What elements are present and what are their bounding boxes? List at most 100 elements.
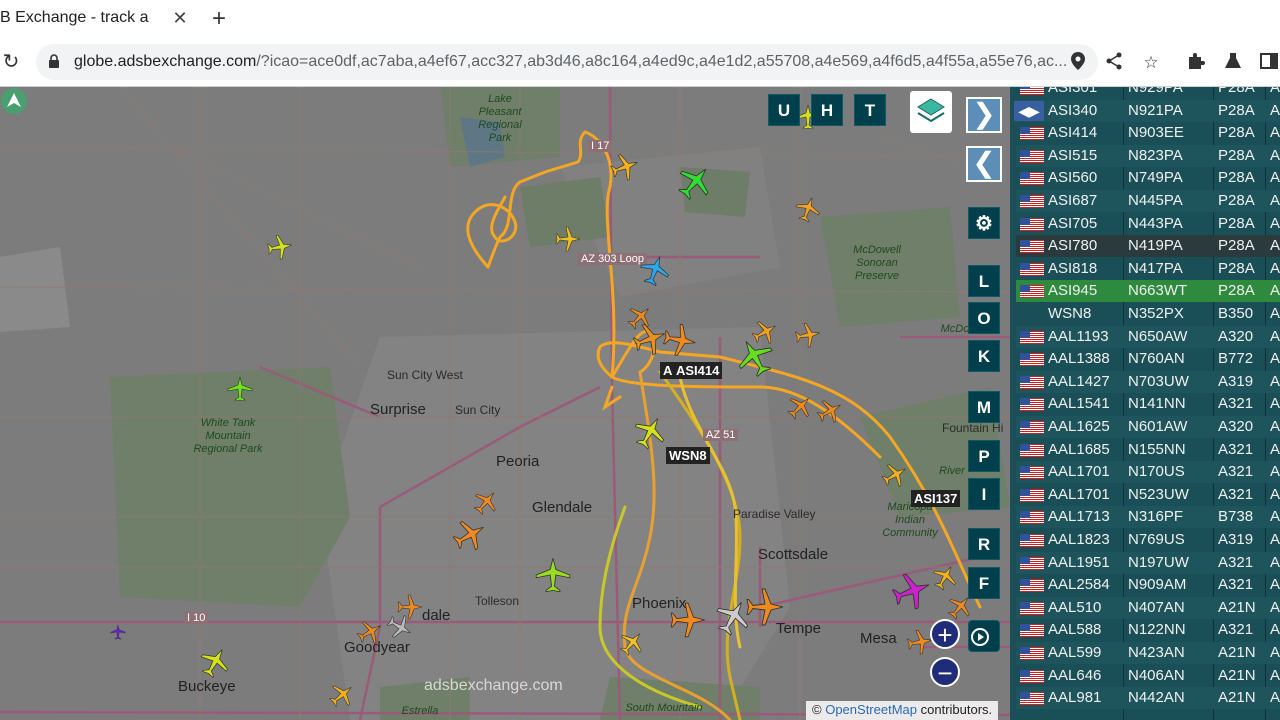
toggle-m-button[interactable]: M: [968, 391, 1000, 423]
toggle-r-button[interactable]: R: [968, 528, 1000, 560]
plane-icon: [622, 299, 658, 335]
table-row[interactable]: AAL599 N423AN A21N A: [1016, 642, 1280, 664]
browser-tab[interactable]: B Exchange - track a ✕: [0, 0, 195, 38]
callsign-cell: ASI945: [1048, 282, 1098, 300]
url-text[interactable]: globe.adsbexchange.com/?icao=ace0df,ac7a…: [74, 53, 1084, 71]
table-row[interactable]: ASI340 N921PA P28A A: [1016, 99, 1280, 122]
table-row[interactable]: AAL1713 N316PF B738 A: [1016, 506, 1280, 529]
aircraft-tag-asi137[interactable]: ASI137: [911, 490, 961, 507]
extra-cell: A: [1270, 689, 1280, 707]
table-row[interactable]: AAL1701 N170US A321 A: [1016, 461, 1280, 484]
callsign-cell: AAL1823: [1048, 531, 1110, 548]
adsbx-logo-icon: [1, 88, 27, 114]
extra-cell: A: [1270, 644, 1280, 661]
us-flag-icon: [1020, 534, 1044, 547]
plane-icon: [793, 320, 823, 350]
table-row[interactable]: AAL1685 N155NN A321 A: [1016, 439, 1280, 461]
nav-right-button[interactable]: ❯: [966, 97, 1002, 133]
table-row[interactable]: AAL1701 N523UW A321 A: [1016, 484, 1280, 506]
aircraft-type-cell: P28A: [1218, 282, 1255, 300]
table-row[interactable]: AAL1625 N601AW A320 A: [1016, 416, 1280, 438]
openstreetmap-link[interactable]: OpenStreetMap: [825, 702, 917, 717]
reload-icon[interactable]: ↻: [0, 50, 22, 74]
table-row[interactable]: ASI515 N823PA P28A A: [1016, 144, 1280, 167]
us-flag-icon: [1020, 398, 1044, 412]
close-tab-icon[interactable]: ✕: [168, 6, 192, 30]
table-row[interactable]: AAL1541 N141NN A321 A: [1016, 393, 1280, 415]
share-icon[interactable]: [1103, 52, 1125, 74]
table-row[interactable]: AAL1388 N760AN B772 A: [1016, 348, 1280, 370]
labels-t-button[interactable]: T: [854, 94, 886, 126]
extra-cell: A: [1270, 192, 1280, 209]
side-panel-icon[interactable]: [1258, 52, 1280, 74]
toggle-l-button[interactable]: L: [968, 265, 1000, 297]
table-row[interactable]: ASI687 N445PA P28A A: [1016, 190, 1280, 212]
table-row[interactable]: AAL981 N442AN A21N A: [1016, 687, 1280, 710]
table-row[interactable]: ASI705 N443PA P28A A: [1016, 213, 1280, 235]
extra-cell: A: [1270, 327, 1280, 345]
toggle-o-button[interactable]: O: [968, 302, 1000, 334]
aircraft-type-cell: A319: [1218, 531, 1254, 548]
table-row[interactable]: AAL1823 N769US A319 A: [1016, 529, 1280, 551]
new-tab-button[interactable]: +: [206, 6, 232, 32]
aircraft-list-panel[interactable]: ASI301 N929PA P28A A ASI340 N921PA P28A A ASI414…: [1010, 87, 1280, 720]
extra-cell: A: [1270, 395, 1280, 413]
callsign-cell: ASI560: [1048, 169, 1098, 187]
expand-columns-icon[interactable]: ◀▶: [1014, 101, 1044, 121]
callsign-cell: AAL599: [1048, 644, 1102, 661]
table-row[interactable]: AAL646 N406AN A21N A: [1016, 665, 1280, 687]
table-row[interactable]: ASI414 N903EE P28A A: [1016, 122, 1280, 144]
flight-map[interactable]: Lake Pleasant Regional Park McDowell Son…: [0, 87, 1010, 720]
aircraft-type-cell: P28A: [1218, 169, 1255, 187]
us-flag-icon: [1020, 601, 1044, 615]
table-row[interactable]: ASI780 N419PA P28A A: [1016, 235, 1280, 258]
table-row[interactable]: AAL510 N407AN A21N A: [1016, 596, 1280, 619]
extra-cell: A: [1270, 621, 1280, 639]
extra-cell: A: [1270, 101, 1280, 119]
bookmark-star-icon[interactable]: ☆: [1140, 52, 1162, 74]
settings-gear-icon[interactable]: ⚙: [968, 207, 1000, 239]
table-row[interactable]: AAL2584 N909AM A321 A: [1016, 574, 1280, 596]
table-row[interactable]: AAL1427 N703UW A319 A: [1016, 370, 1280, 393]
us-flag-icon: [1020, 466, 1044, 480]
extra-cell: A: [1270, 666, 1280, 684]
us-flag-icon: [1020, 262, 1044, 276]
us-flag-icon: [1020, 240, 1044, 254]
table-row[interactable]: ASI560 N749PA P28A A: [1016, 167, 1280, 189]
address-bar[interactable]: globe.adsbexchange.com/?icao=ace0df,ac7a…: [36, 44, 1098, 80]
extra-cell: A: [1270, 418, 1280, 435]
toggle-k-button[interactable]: K: [968, 340, 1000, 372]
replay-icon[interactable]: [968, 620, 1000, 652]
labels-u-button[interactable]: U: [768, 94, 800, 126]
toggle-i-button[interactable]: I: [968, 478, 1000, 510]
aircraft-tag-asi414[interactable]: ASI414: [673, 362, 723, 379]
zoom-in-button[interactable]: +: [930, 619, 960, 649]
aircraft-type-cell: A21N: [1218, 598, 1256, 616]
extensions-puzzle-icon[interactable]: [1185, 52, 1207, 74]
labels-h-button[interactable]: H: [811, 94, 843, 126]
table-row[interactable]: WSN8 N352PX B350 A: [1016, 303, 1280, 325]
callsign-cell: ASI340: [1048, 101, 1098, 119]
toggle-f-button[interactable]: F: [968, 567, 1000, 599]
nav-left-button[interactable]: ❮: [966, 146, 1002, 182]
table-row[interactable]: AAL1193 N650AW A320 A: [1016, 325, 1280, 348]
table-row[interactable]: ASI945 N663WT P28A A: [1016, 280, 1280, 303]
plane-icon: [265, 232, 295, 262]
table-row[interactable]: AAL588 N122NN A321 A: [1016, 619, 1280, 641]
location-pin-icon[interactable]: [1067, 52, 1089, 74]
aircraft-tag-wsn8[interactable]: WSN8: [666, 447, 710, 464]
table-row[interactable]: AAL1951 N197UW A321 A: [1016, 551, 1280, 574]
zoom-out-button[interactable]: −: [930, 657, 960, 687]
aircraft-layer: [110, 104, 978, 713]
aircraft-type-cell: A321: [1218, 576, 1254, 594]
lock-icon[interactable]: [48, 54, 60, 68]
table-row[interactable]: ASI818 N417PA P28A A: [1016, 258, 1280, 280]
registration-cell: N443PA: [1128, 214, 1183, 232]
toggle-p-button[interactable]: P: [968, 440, 1000, 472]
labs-flask-icon[interactable]: [1222, 52, 1244, 74]
map-layers-button[interactable]: [910, 91, 952, 133]
extra-cell: A: [1270, 87, 1280, 96]
table-row[interactable]: ASI301 N929PA P28A A: [1016, 87, 1280, 99]
plane-icon: [227, 376, 253, 402]
us-flag-icon: [1020, 421, 1044, 434]
